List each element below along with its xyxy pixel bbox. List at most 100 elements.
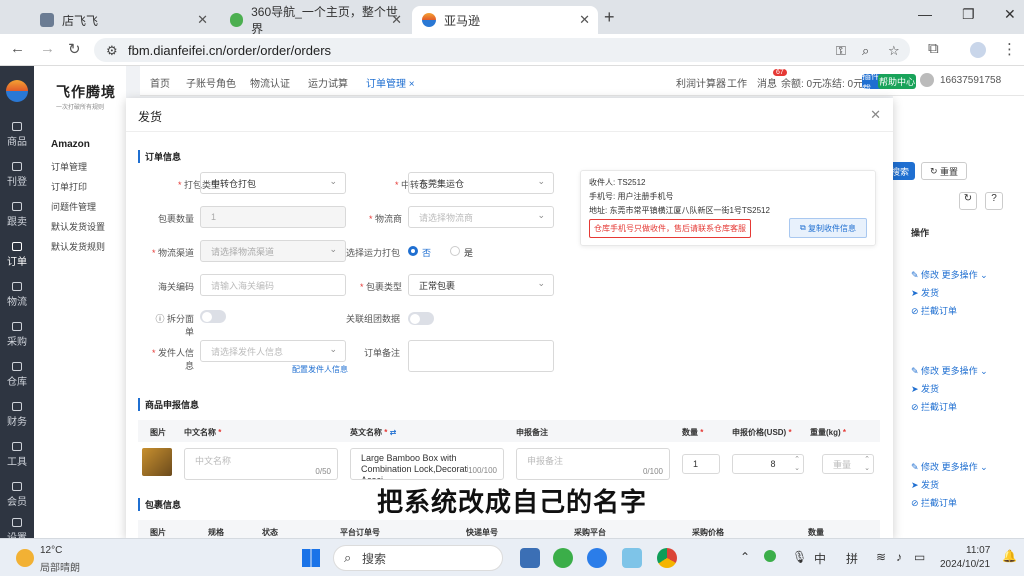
transit-select[interactable]: 东莞集运仓 ⌄: [408, 172, 554, 194]
sidebar-item-listing[interactable]: 刊登: [0, 162, 34, 188]
customs-input[interactable]: 请输入海关编码: [200, 274, 346, 296]
close-window-icon[interactable]: ✕: [1004, 6, 1016, 23]
user-avatar[interactable]: [920, 73, 934, 87]
tab-logistics-auth[interactable]: 物流认证: [250, 75, 290, 90]
menu-icon[interactable]: ⋮: [1002, 40, 1017, 58]
help-center-button[interactable]: 帮助中心: [878, 74, 916, 89]
tray-360-icon[interactable]: [764, 550, 776, 562]
app-icon[interactable]: [622, 548, 642, 568]
link-data-toggle[interactable]: [408, 312, 434, 325]
sidebar-item-purchase[interactable]: 采购: [0, 322, 34, 348]
sidebar-item-products[interactable]: 商品: [0, 122, 34, 148]
qty-input[interactable]: 1: [682, 454, 720, 474]
pack-qty-input[interactable]: 1: [200, 206, 346, 228]
close-icon[interactable]: ✕: [197, 12, 208, 28]
sidebar-item-warehouse[interactable]: 仓库: [0, 362, 34, 388]
speaker-icon[interactable]: ♪: [896, 550, 902, 564]
sidebar-item-tools[interactable]: 工具: [0, 442, 34, 468]
weather-icon[interactable]: [16, 549, 34, 567]
split-toggle[interactable]: [200, 310, 226, 323]
weather-temp[interactable]: 12°C: [40, 545, 62, 556]
tab-dianfeifei[interactable]: 店飞飞 ✕: [30, 6, 216, 34]
channel-select[interactable]: 请选择物流渠道 ⌄: [200, 240, 346, 262]
copy-recipient-button[interactable]: ⧉ 复制收件信息: [789, 218, 867, 238]
microphone-icon[interactable]: 🎙: [792, 550, 807, 564]
tab-subaccount[interactable]: 子账号角色: [186, 75, 236, 90]
carrier-select[interactable]: 请选择物流商 ⌄: [408, 206, 554, 228]
reset-button[interactable]: ↻ 重置: [921, 162, 967, 180]
ime-chinese[interactable]: 中: [814, 550, 826, 567]
config-sender-link[interactable]: 配置发件人信息: [292, 364, 348, 375]
sub-item-orders[interactable]: 订单管理: [51, 160, 87, 173]
weather-text[interactable]: 局部晴朗: [40, 559, 80, 574]
ship-link[interactable]: ➤ 发货: [911, 286, 939, 299]
tray-expand-icon[interactable]: ⌃: [740, 550, 750, 564]
ime-pinyin[interactable]: 拼: [846, 550, 858, 567]
minimize-icon[interactable]: —: [918, 6, 932, 22]
intercept-link[interactable]: ⊘ 拦截订单: [911, 400, 957, 413]
sub-item-ship-rules[interactable]: 默认发货规则: [51, 240, 105, 253]
sidebar-item-follow[interactable]: 跟卖: [0, 202, 34, 228]
close-icon[interactable]: ✕: [579, 12, 590, 28]
wifi-icon[interactable]: ≋: [876, 550, 886, 564]
battery-icon[interactable]: ▭: [914, 550, 925, 564]
notification-icon[interactable]: 🔔: [1002, 549, 1017, 563]
browser-360-icon[interactable]: [553, 548, 573, 568]
clock-date[interactable]: 2024/10/21: [940, 559, 990, 570]
weight-input[interactable]: 重量 ⌃ ⌄: [822, 454, 874, 474]
en-name-input[interactable]: Large Bamboo Box with Combination Lock,D…: [350, 448, 504, 480]
tab-home[interactable]: 首页: [150, 75, 170, 90]
refresh-icon[interactable]: ↻: [959, 192, 977, 210]
profile-avatar[interactable]: [970, 42, 986, 58]
messages-link[interactable]: 消息: [757, 75, 777, 90]
zoom-icon[interactable]: ⌕: [862, 43, 869, 59]
price-input[interactable]: 8 ⌃ ⌄: [732, 454, 804, 474]
edit-link[interactable]: ✎ 修改 更多操作 ⌄: [911, 268, 988, 281]
tab-orders[interactable]: 订单管理 ×: [366, 75, 415, 90]
user-phone[interactable]: 16637591758: [940, 75, 1001, 86]
sidebar-item-finance[interactable]: 财务: [0, 402, 34, 428]
sender-select[interactable]: 请选择发件人信息 ⌄: [200, 340, 346, 362]
intercept-link[interactable]: ⊘ 拦截订单: [911, 304, 957, 317]
chrome-icon[interactable]: [657, 548, 677, 568]
profit-calculator[interactable]: 利润计算器: [676, 75, 726, 90]
restore-icon[interactable]: ❐: [962, 6, 975, 23]
app-k-icon[interactable]: [587, 548, 607, 568]
work-link[interactable]: 工作: [727, 75, 747, 90]
close-icon[interactable]: ✕: [870, 107, 881, 123]
note-input[interactable]: 申报备注 0/100: [516, 448, 670, 480]
forward-icon[interactable]: →: [40, 40, 55, 57]
extensions-icon[interactable]: ⧉: [928, 40, 939, 57]
sidebar-item-orders[interactable]: 订单: [0, 242, 34, 268]
url-input[interactable]: ⚙ fbm.dianfeifei.cn/order/order/orders ⚿…: [94, 38, 910, 62]
tab-capacity[interactable]: 运力试算: [308, 75, 348, 90]
clock-time[interactable]: 11:07: [966, 545, 990, 556]
bookmark-star-icon[interactable]: ☆: [888, 43, 900, 59]
file-explorer-icon[interactable]: [520, 548, 540, 568]
sub-item-problems[interactable]: 问题件管理: [51, 200, 96, 213]
sub-item-print[interactable]: 订单打印: [51, 180, 87, 193]
tab-amazon[interactable]: 亚马逊 ✕: [412, 6, 598, 34]
close-icon[interactable]: ✕: [391, 12, 402, 28]
product-thumbnail[interactable]: [142, 448, 172, 476]
windows-start-icon[interactable]: [302, 549, 320, 567]
site-info-icon[interactable]: ⚙: [106, 43, 118, 59]
tab-360[interactable]: 360导航_一个主页，整个世界 ✕: [220, 5, 410, 36]
remark-textarea[interactable]: [408, 340, 554, 372]
pack-type-select[interactable]: 中转仓打包 ⌄: [200, 172, 346, 194]
edit-link[interactable]: ✎ 修改 更多操作 ⌄: [911, 364, 988, 377]
radio-yes[interactable]: [450, 246, 460, 256]
cn-name-input[interactable]: 中文名称 0/50: [184, 448, 338, 480]
edit-link[interactable]: ✎ 修改 更多操作 ⌄: [911, 460, 988, 473]
back-icon[interactable]: ←: [10, 40, 25, 57]
ship-link[interactable]: ➤ 发货: [911, 382, 939, 395]
reload-icon[interactable]: ↻: [68, 40, 81, 58]
sub-item-ship-settings[interactable]: 默认发货设置: [51, 220, 105, 233]
pack-kind-select[interactable]: 正常包裹 ⌄: [408, 274, 554, 296]
radio-no[interactable]: [408, 246, 418, 256]
new-tab-icon[interactable]: +: [604, 7, 615, 28]
help-icon[interactable]: ?: [985, 192, 1003, 210]
password-key-icon[interactable]: ⚿: [836, 43, 846, 59]
taskbar-search[interactable]: ⌕ 搜索: [333, 545, 503, 571]
sidebar-item-logistics[interactable]: 物流: [0, 282, 34, 308]
